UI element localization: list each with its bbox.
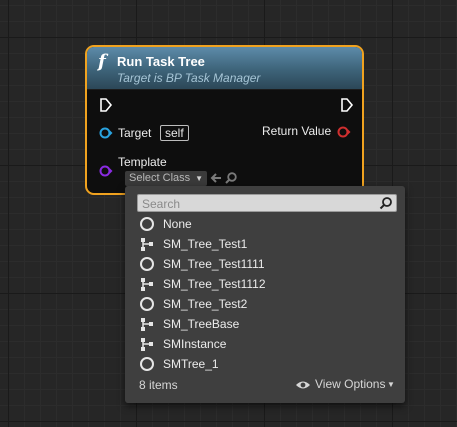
list-item-label: SM_TreeBase [163,317,240,331]
circle-icon [140,357,154,371]
run-task-tree-node[interactable]: f Run Task Tree Target is BP Task Manage… [85,45,364,195]
node-header[interactable]: f Run Task Tree Target is BP Task Manage… [87,47,362,90]
exec-out-pin-icon[interactable] [340,98,354,112]
target-pin-icon[interactable] [99,127,113,139]
chevron-down-icon: ▼ [387,380,395,389]
eye-icon [296,381,310,389]
list-item[interactable]: None [139,214,389,234]
list-item-label: SM_Tree_Test2 [163,297,248,311]
list-item[interactable]: SM_Tree_Test1111 [139,254,389,274]
list-item-label: SM_Tree_Test1 [163,237,248,251]
tree-icon [141,278,153,291]
return-value-pin-icon[interactable] [337,126,351,138]
list-item[interactable]: SM_Tree_Test2 [139,294,389,314]
list-item-label: SMInstance [163,337,227,351]
search-input[interactable] [138,196,376,212]
view-options-button[interactable]: View Options ▼ [295,377,395,393]
select-class-value: Select Class [129,172,191,184]
circle-icon [140,257,154,271]
search-field[interactable] [137,194,397,212]
node-subtitle: Target is BP Task Manager [117,71,261,85]
class-picker-popup[interactable]: None SM_Tree_Test1 SM_Tree_Test1111 SM_T… [125,186,405,403]
function-icon: f [98,51,106,72]
list-item[interactable]: SM_TreeBase [139,314,389,334]
list-item-label: None [163,217,192,231]
select-class-dropdown[interactable]: Select Class ▼ [125,171,207,186]
self-badge: self [160,125,189,141]
search-icon[interactable] [379,196,393,210]
circle-icon [140,217,154,231]
list-item-label: SM_Tree_Test1111 [163,257,265,271]
circle-icon [140,297,154,311]
item-count: 8 items [139,378,178,392]
browse-asset-icon[interactable] [224,171,238,185]
list-item-label: SMTree_1 [163,357,219,371]
list-item[interactable]: SMInstance [139,334,389,354]
list-item[interactable]: SMTree_1 [139,354,389,374]
template-pin-icon[interactable] [99,165,113,177]
list-item-label: SM_Tree_Test1112 [163,277,266,291]
node-title: Run Task Tree [117,54,205,69]
template-pin-label: Template [118,155,167,169]
view-options-label: View Options [315,377,386,391]
list-item[interactable]: SM_Tree_Test1112 [139,274,389,294]
target-pin-label: Target [118,126,152,140]
use-selected-asset-icon[interactable] [209,171,223,185]
chevron-down-icon: ▼ [195,174,203,183]
return-value-label: Return Value [262,124,332,138]
tree-icon [141,238,153,251]
tree-icon [141,338,153,351]
tree-icon [141,318,153,331]
list-item[interactable]: SM_Tree_Test1 [139,234,389,254]
exec-in-pin-icon[interactable] [99,98,113,112]
